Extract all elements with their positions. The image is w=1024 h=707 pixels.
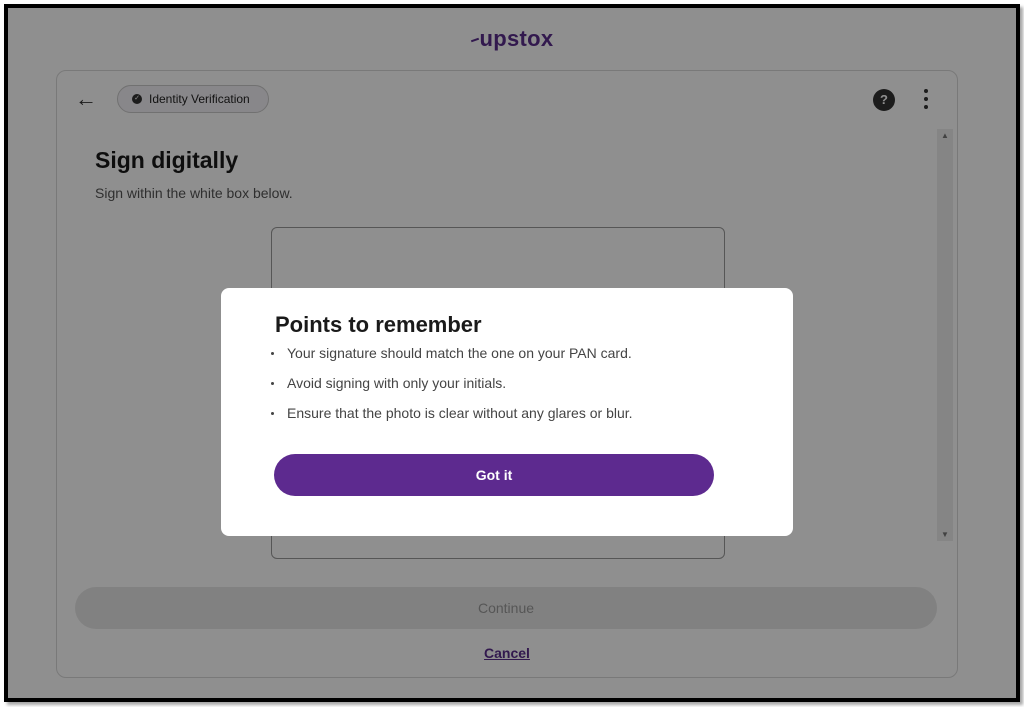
list-item: Ensure that the photo is clear without a… xyxy=(269,404,633,434)
points-modal: Points to remember Your signature should… xyxy=(221,288,793,536)
list-item: Avoid signing with only your initials. xyxy=(269,374,633,404)
app-window: upstox ← ✓ Identity Verification ? Sign … xyxy=(4,4,1020,702)
modal-title: Points to remember xyxy=(275,312,482,337)
points-list: Your signature should match the one on y… xyxy=(269,344,633,434)
got-it-button[interactable]: Got it xyxy=(274,454,714,496)
list-item: Your signature should match the one on y… xyxy=(269,344,633,374)
